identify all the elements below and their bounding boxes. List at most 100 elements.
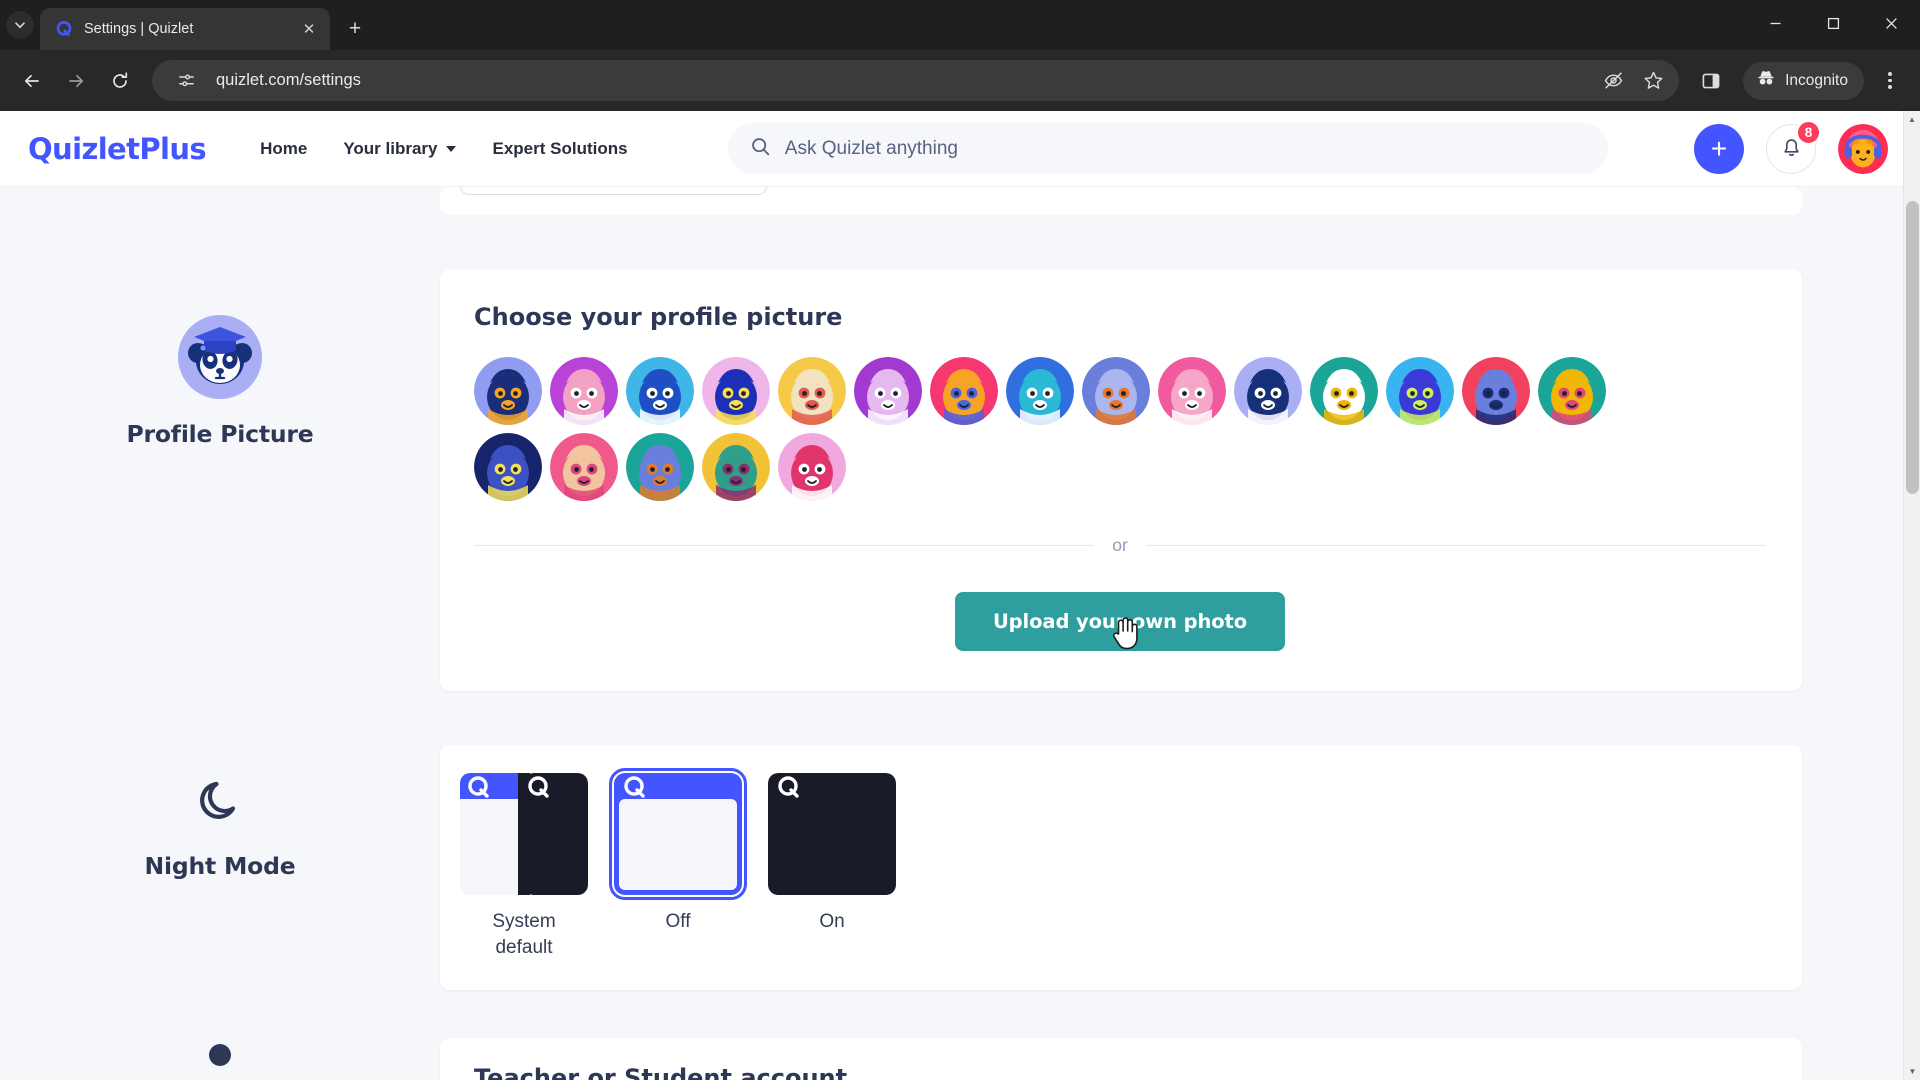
three-dot-menu-icon[interactable]: [1872, 63, 1908, 99]
avatar-option[interactable]: [1538, 357, 1606, 425]
avatar-option[interactable]: [474, 357, 542, 425]
browser-tab-bar: Settings | Quizlet ✕ +: [0, 0, 1920, 50]
account-type-section-label: [0, 1038, 440, 1080]
night-mode-thumbnail[interactable]: [768, 773, 896, 895]
avatar[interactable]: [1838, 123, 1888, 174]
avatar-option[interactable]: [1386, 357, 1454, 425]
tab-title: Settings | Quizlet: [84, 21, 194, 37]
avatar-option[interactable]: [550, 433, 618, 501]
avatar-option[interactable]: [1234, 357, 1302, 425]
tab-search-container: [0, 0, 40, 50]
divider-line-left: [474, 545, 1095, 546]
forward-button[interactable]: [56, 61, 96, 101]
or-divider: or: [474, 535, 1766, 556]
avatar-option[interactable]: [474, 433, 542, 501]
browser-toolbar: quizlet.com/settings Incognito: [0, 50, 1920, 111]
primary-nav: Home Your library Expert Solutions: [246, 129, 641, 169]
incognito-icon: [1755, 67, 1777, 94]
avatar-option[interactable]: [1462, 357, 1530, 425]
card-title: Choose your profile picture: [474, 303, 843, 331]
upload-button-container: Upload your own photo: [474, 592, 1802, 651]
side-panel-icon[interactable]: [1691, 61, 1731, 101]
window-minimize-button[interactable]: [1746, 0, 1804, 46]
avatar-option[interactable]: [550, 357, 618, 425]
night-mode-options: System default Off On: [458, 768, 1802, 960]
night-mode-section-label: Night Mode: [0, 745, 440, 990]
quizlet-site-header: QuizletPlus Home Your library Expert Sol…: [0, 111, 1920, 187]
nav-item-home[interactable]: Home: [246, 129, 321, 169]
text-input-partial[interactable]: [460, 187, 767, 195]
url-text: quizlet.com/settings: [216, 71, 361, 89]
page-viewport: QuizletPlus Home Your library Expert Sol…: [0, 111, 1920, 1080]
scroll-down-arrow[interactable]: ▼: [1904, 1063, 1920, 1080]
scrollbar-thumb[interactable]: [1906, 201, 1919, 494]
section-title: Profile Picture: [126, 420, 314, 448]
night-mode-option-label: Off: [665, 911, 691, 932]
night-mode-thumbnail[interactable]: [460, 773, 588, 895]
night-mode-option-system-default[interactable]: System default: [458, 773, 590, 960]
upload-photo-button[interactable]: Upload your own photo: [954, 592, 1286, 651]
nav-item-label: Your library: [343, 138, 438, 158]
create-button[interactable]: +: [1694, 123, 1744, 174]
divider-line-right: [1145, 545, 1766, 546]
site-settings-icon[interactable]: [168, 63, 204, 99]
scroll-up-arrow[interactable]: ▲: [1904, 111, 1920, 128]
window-maximize-button[interactable]: [1804, 0, 1862, 46]
divider-label: or: [1112, 535, 1128, 555]
notifications-button[interactable]: 8: [1766, 119, 1821, 174]
back-button[interactable]: [12, 61, 52, 101]
star-icon[interactable]: [1635, 63, 1671, 99]
avatar-option[interactable]: [778, 433, 846, 501]
avatar-option[interactable]: [1310, 357, 1378, 425]
window-controls: [1746, 0, 1920, 46]
avatar-option[interactable]: [930, 357, 998, 425]
new-tab-button[interactable]: +: [338, 12, 372, 46]
search-container: Ask Quizlet anything: [642, 123, 1694, 174]
section-title: Night Mode: [144, 852, 296, 880]
address-bar[interactable]: quizlet.com/settings: [152, 60, 1680, 101]
avatar-option[interactable]: [626, 357, 694, 425]
browser-window: Settings | Quizlet ✕ + quizlet.com/setti…: [0, 0, 1920, 1080]
profile-picture-section-label: Profile Picture: [0, 269, 440, 691]
profile-picture-card: Choose your profile picture or Upload yo…: [440, 269, 1802, 691]
night-mode-option-on[interactable]: On: [766, 773, 898, 960]
nav-item-label: Home: [260, 138, 308, 158]
profile-picture-section: Profile Picture Choose your profile pict…: [0, 269, 1920, 691]
avatar-option[interactable]: [626, 433, 694, 501]
account-type-section-partial: Teacher or Student account: [0, 1038, 1920, 1080]
omnibox-actions: [1595, 63, 1671, 99]
moon-icon: [192, 775, 248, 836]
avatar-grid: [474, 357, 1674, 501]
header-actions: + 8: [1694, 119, 1896, 174]
previous-section-partial-card: [440, 187, 1802, 215]
nav-item-expert-solutions[interactable]: Expert Solutions: [478, 129, 641, 169]
avatar-option[interactable]: [854, 357, 922, 425]
tab-search-icon[interactable]: [6, 11, 34, 39]
avatar-option[interactable]: [1082, 357, 1150, 425]
avatar-option[interactable]: [1006, 357, 1074, 425]
profile-incognito-pill[interactable]: Incognito: [1743, 61, 1864, 100]
night-mode-section: Night Mode System default Off On: [0, 745, 1920, 991]
night-mode-thumbnail[interactable]: [609, 768, 747, 900]
page-scrollbar[interactable]: ▲ ▼: [1903, 111, 1920, 1080]
eye-slash-icon[interactable]: [1595, 63, 1631, 99]
avatar-option[interactable]: [702, 433, 770, 501]
reload-button[interactable]: [100, 61, 140, 101]
quizlet-logo[interactable]: QuizletPlus: [28, 132, 207, 166]
panda-graduate-avatar-icon: [178, 315, 262, 404]
account-icon-partial: [209, 1044, 231, 1067]
night-mode-card: System default Off On: [440, 745, 1802, 991]
tab-close-icon[interactable]: ✕: [298, 18, 320, 40]
nav-item-your-library[interactable]: Your library: [329, 129, 470, 169]
night-mode-option-off[interactable]: Off: [609, 768, 747, 960]
chevron-down-icon: [446, 145, 457, 152]
browser-tab[interactable]: Settings | Quizlet ✕: [40, 8, 330, 50]
search-input[interactable]: Ask Quizlet anything: [727, 123, 1608, 174]
card-title: Teacher or Student account: [474, 1064, 848, 1080]
avatar-option[interactable]: [702, 357, 770, 425]
night-mode-option-label: On: [819, 911, 845, 932]
avatar-option[interactable]: [1158, 357, 1226, 425]
window-close-button[interactable]: [1862, 0, 1920, 46]
settings-content: Profile Picture Choose your profile pict…: [0, 187, 1920, 1080]
avatar-option[interactable]: [778, 357, 846, 425]
